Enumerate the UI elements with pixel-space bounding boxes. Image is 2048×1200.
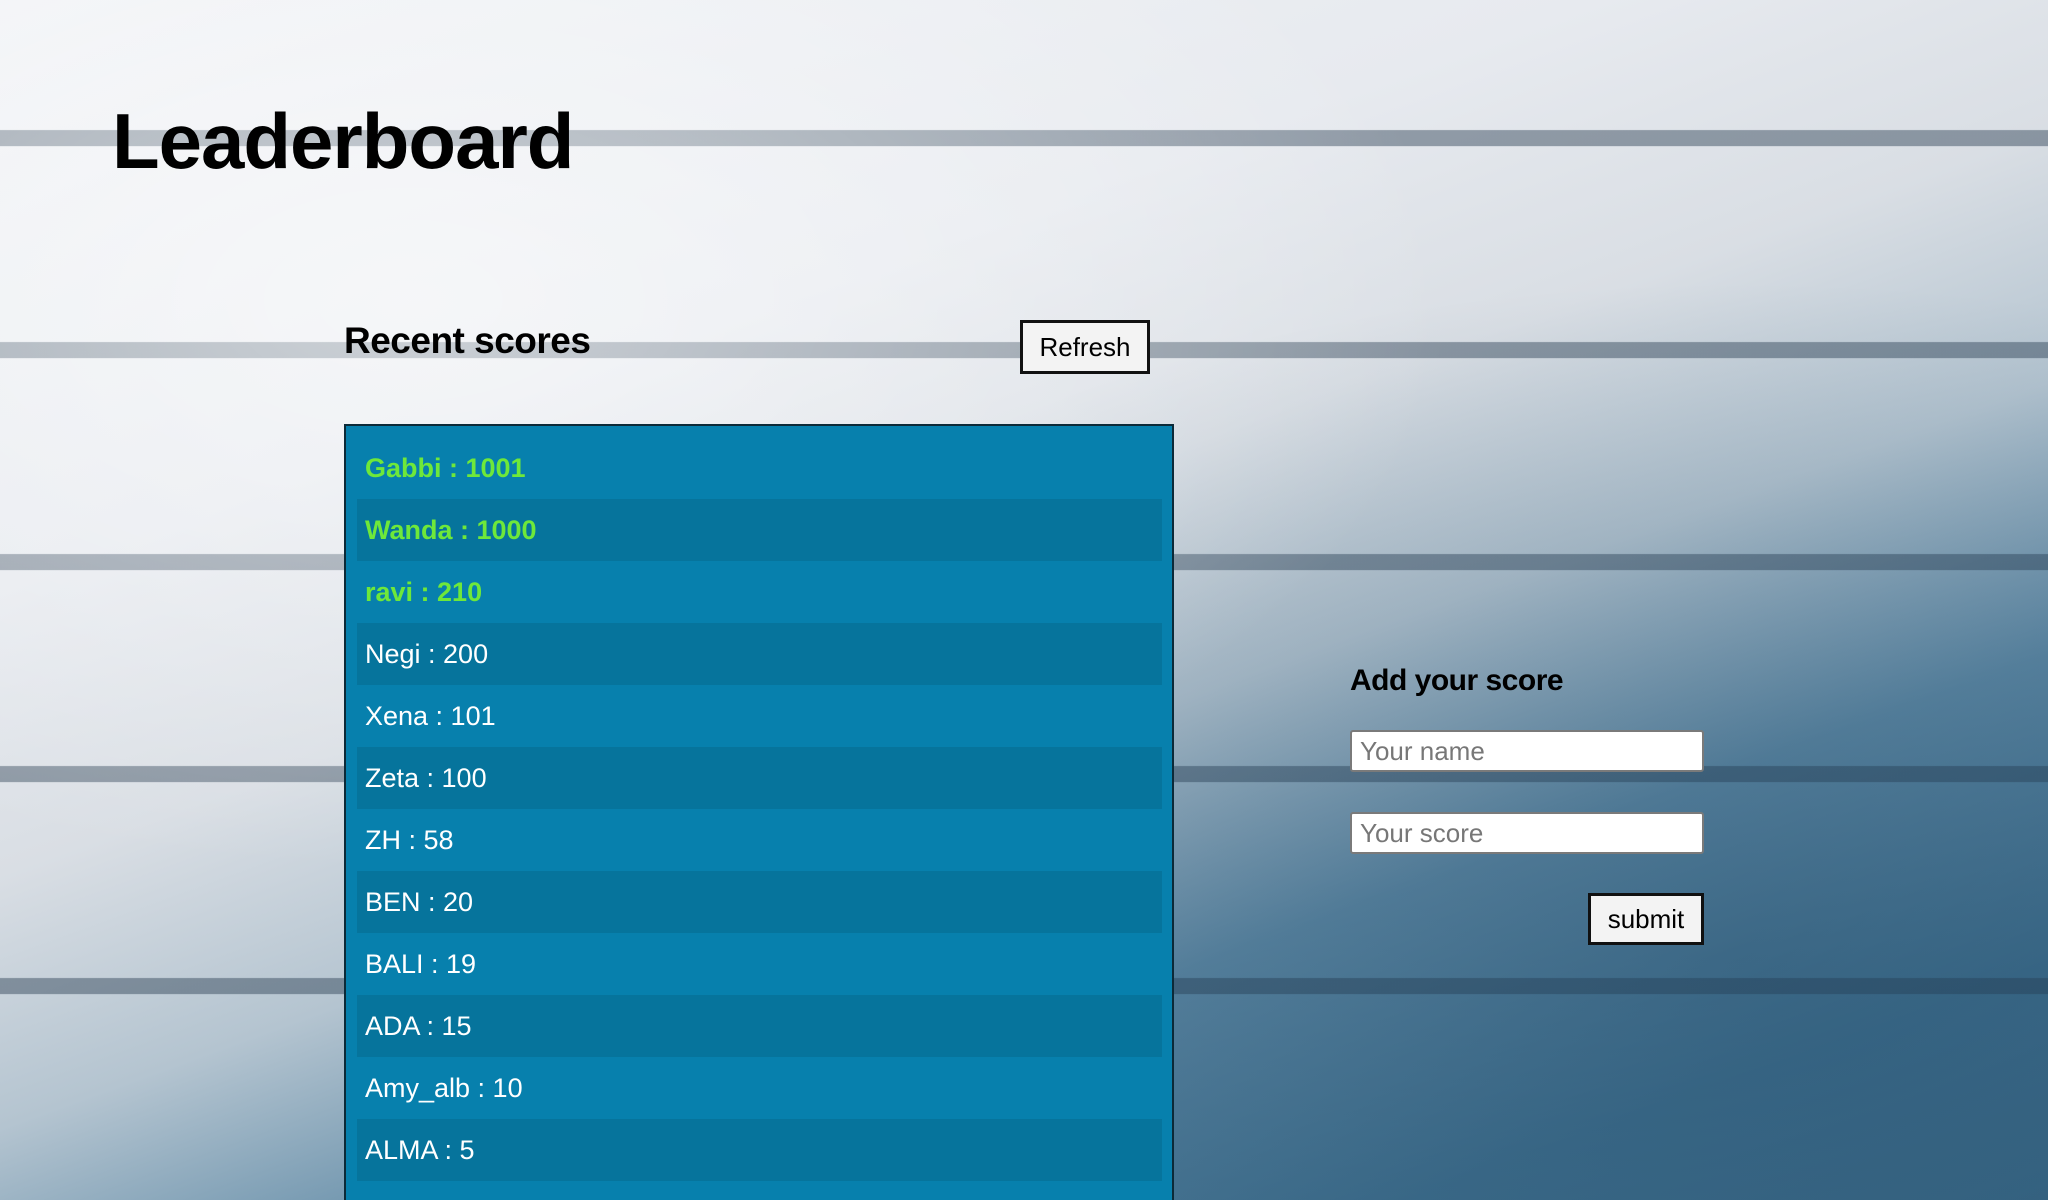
refresh-button[interactable]: Refresh [1020,320,1150,374]
add-score-heading: Add your score [1350,664,1564,697]
score-list-item: ZH : 58 [365,825,454,855]
score-input[interactable] [1350,812,1704,854]
score-list-item: BEN : 20 [357,871,1162,933]
score-list-item: Gabbi : 1001 [365,453,526,483]
score-list-item: Negi : 200 [357,623,1162,685]
score-list-panel: Gabbi : 1001 Wanda : 1000 ravi : 210 Negi :… [344,424,1174,1200]
name-input[interactable] [1350,730,1704,772]
score-list: Gabbi : 1001 Wanda : 1000 ravi : 210 Negi :… [357,437,1162,1181]
score-list-item: ADA : 15 [357,995,1162,1057]
score-list-item: Wanda : 1000 [357,499,1162,561]
score-list-item: ALMA : 5 [357,1119,1162,1181]
score-list-item: ravi : 210 [365,577,483,607]
score-list-item: BALI : 19 [365,949,477,979]
score-list-item: Amy_alb : 10 [365,1073,523,1103]
score-list-item: Zeta : 100 [357,747,1162,809]
recent-scores-heading: Recent scores [344,320,591,361]
submit-button[interactable]: submit [1588,893,1704,945]
score-list-item: Xena : 101 [365,701,496,731]
page-title: Leaderboard [112,97,574,185]
